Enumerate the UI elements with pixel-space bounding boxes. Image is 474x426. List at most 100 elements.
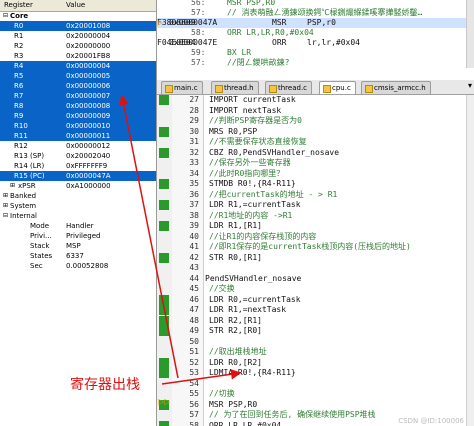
register-row[interactable]: R3 0x20001FB8 [0,51,156,61]
register-value[interactable]: 0x20000000 [66,41,110,51]
register-value[interactable]: 0x0000047A [66,171,111,181]
code-line[interactable]: 53 LDMIA R0!,{R4-R11} [157,368,474,379]
register-row[interactable]: R0 0x20001008 [0,21,156,31]
register-value[interactable]: 0xFFFFFFF9 [66,161,107,171]
register-value[interactable]: 0x00000012 [66,141,110,151]
register-row[interactable]: ⊞ Banked [0,191,156,201]
code-scrollbar[interactable] [466,95,474,426]
register-row[interactable]: ⊞ System [0,201,156,211]
code-line[interactable]: 31 //不需要保存状态直接恢复 [157,137,474,148]
tab-thread-h[interactable]: thread.h [211,81,259,94]
code-line[interactable]: 50 [157,337,474,348]
register-value[interactable]: 0x00000008 [66,101,110,111]
disassembly-instruction[interactable]: 0x0000047A F3808809 MSR PSP,r0 ▷ [157,18,474,28]
register-value[interactable]: 6337 [66,251,84,261]
register-row[interactable]: Privi... Privileged [0,231,156,241]
code-line[interactable]: 43 [157,263,474,274]
code-line[interactable]: 44 PendSVHandler_nosave [157,274,474,285]
tab-main-c[interactable]: main.c [161,81,203,94]
code-line[interactable]: 49 STR R2,[R0] [157,326,474,337]
code-line[interactable]: 40 //让R1的内容保存栈顶的内容 [157,232,474,243]
code-line[interactable]: 47 LDR R1,=nextTask [157,305,474,316]
register-column-header[interactable]: Register [4,1,33,9]
register-row[interactable]: Sec 0.00052808 [0,261,156,271]
tab-thread-c[interactable]: thread.c [265,81,313,94]
code-line[interactable]: 38 //R1地址的内容 ->R1 [157,211,474,222]
code-line[interactable]: 37 LDR R1,=currentTask [157,200,474,211]
register-value[interactable]: 0x00000010 [66,121,110,131]
register-row[interactable]: R9 0x00000009 [0,111,156,121]
code-line[interactable]: 33 //保存另外一些寄存器 [157,158,474,169]
register-row[interactable]: R14 (LR) 0xFFFFFFF9 [0,161,156,171]
register-value[interactable]: 0xA1000000 [66,181,111,191]
register-value[interactable]: 0x20002040 [66,151,110,161]
code-line[interactable]: 34 //此时R0指向哪里？ [157,169,474,180]
code-line[interactable]: 39 LDR R1,[R1] [157,221,474,232]
tab-cmsis_armcc-h[interactable]: cmsis_armcc.h [361,81,431,94]
register-value[interactable]: Privileged [66,231,100,241]
code-line[interactable]: 54 [157,379,474,390]
code-line[interactable]: 30 MRS R0,PSP [157,127,474,138]
register-row[interactable]: R12 0x00000012 [0,141,156,151]
register-row[interactable]: R10 0x00000010 [0,121,156,131]
disassembly-source-line[interactable]: 57: // 消表萌融ㄥ湧鍊颂换鍔℃椂鍘熶緥鍒嗘搴撶盢娇鑿… [157,8,474,18]
collapse-icon[interactable]: ⊟ [3,11,8,21]
register-row[interactable]: Mode Handler [0,221,156,231]
register-row[interactable]: R8 0x00000008 [0,101,156,111]
register-value[interactable]: 0x00000006 [66,81,110,91]
register-value[interactable]: 0x00000004 [66,61,110,71]
register-value[interactable]: 0x00000005 [66,71,110,81]
code-line[interactable]: 56 MSR PSP,R0 [157,400,474,411]
disassembly-instruction[interactable]: 0x0000047E F04E0E04 ORR lr,lr,#0x04 [157,38,474,48]
register-row[interactable]: ⊞ xPSR 0xA1000000 [0,181,156,191]
register-row[interactable]: R11 0x00000011 [0,131,156,141]
register-row[interactable]: R13 (SP) 0x20002040 [0,151,156,161]
disassembly-source-line[interactable]: 57: //閉ㄥ鍐哄畝鍊? [157,58,474,68]
source-code-view[interactable]: 27 IMPORT currentTask 28 IMPORT nextTask 29 /… [157,95,474,426]
code-line[interactable]: 55 //切换 [157,389,474,400]
register-value[interactable]: Handler [66,221,94,231]
register-row[interactable]: Stack MSP [0,241,156,251]
register-value[interactable]: 0x00000011 [66,131,110,141]
code-line[interactable]: 41 //即R1保存的是currentTask栈顶内容(压栈后的地址) [157,242,474,253]
code-line[interactable]: 28 IMPORT nextTask [157,106,474,117]
register-value[interactable]: 0.00052808 [66,261,108,271]
register-value[interactable]: MSP [66,241,81,251]
code-line[interactable]: 46 LDR R0,=currentTask [157,295,474,306]
tab-cpu-c[interactable]: cpu.c [319,81,356,94]
disassembly-source-line[interactable]: 58: ORR LR,LR,R0,#0x04 [157,28,474,38]
tab-overflow-icon[interactable]: ▾ [468,81,472,90]
register-row[interactable]: ⊟ Core [0,11,156,21]
register-row[interactable]: R15 (PC) 0x0000047A [0,171,156,181]
register-value[interactable]: 0x20001FB8 [66,51,110,61]
register-row[interactable]: ⊟ Internal [0,211,156,221]
code-line[interactable]: 36 //把currentTask的地址 - > R1 [157,190,474,201]
register-row[interactable]: States 6337 [0,251,156,261]
code-line[interactable]: 42 STR R0,[R1] [157,253,474,264]
register-row[interactable]: R6 0x00000006 [0,81,156,91]
register-row[interactable]: R4 0x00000004 [0,61,156,71]
code-line[interactable]: 32 CBZ R0,PendSVHandler_nosave [157,148,474,159]
code-line[interactable]: 51 //取出堆栈地址 [157,347,474,358]
code-line[interactable]: 29 //判断PSP寄存器是否为0 [157,116,474,127]
disassembly-view[interactable]: 56: MSR PSP,R0 57: // 消表萌融ㄥ湧鍊颂换鍔℃椂鍘熶緥鍒嗘搴撶盢娇… [157,0,474,68]
code-line[interactable]: 35 STMDB R0!,{R4-R11} [157,179,474,190]
code-line[interactable]: 45 //交换 [157,284,474,295]
register-row[interactable]: R7 0x00000007 [0,91,156,101]
collapse-icon[interactable]: ⊟ [3,211,8,221]
register-value[interactable]: 0x20001008 [66,21,110,31]
expand-icon[interactable]: ⊞ [3,191,8,201]
code-line[interactable]: 48 LDR R2,[R1] [157,316,474,327]
register-row[interactable]: R1 0x20000004 [0,31,156,41]
expand-icon[interactable]: ⊞ [3,201,8,211]
code-line[interactable]: 52 LDR R0,[R2] [157,358,474,369]
code-line[interactable]: 27 IMPORT currentTask [157,95,474,106]
register-value[interactable]: 0x00000009 [66,111,110,121]
value-column-header[interactable]: Value [66,1,85,9]
disassembly-source-line[interactable]: 59: BX LR [157,48,474,58]
register-value[interactable]: 0x00000007 [66,91,110,101]
register-value[interactable]: 0x20000004 [66,31,110,41]
register-row[interactable]: R5 0x00000005 [0,71,156,81]
disassembly-scrollbar[interactable] [466,0,474,68]
expand-icon[interactable]: ⊞ [10,181,15,191]
